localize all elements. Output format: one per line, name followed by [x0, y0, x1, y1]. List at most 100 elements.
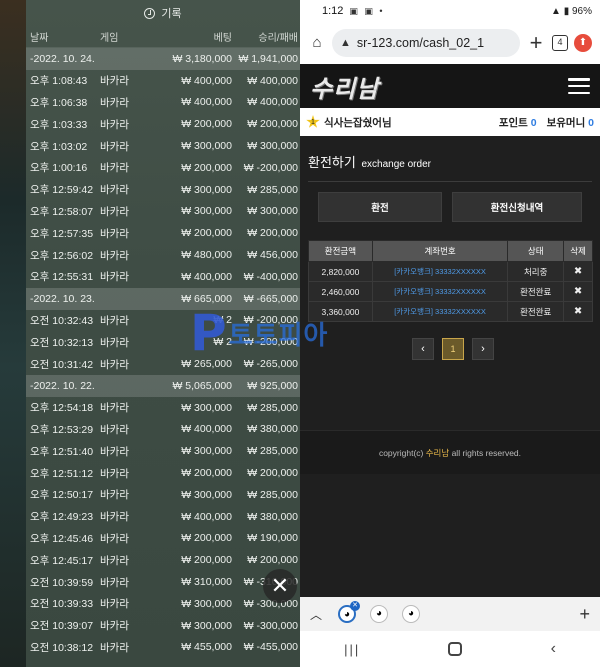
- history-cell-result: ₩ -265,000: [243, 358, 298, 371]
- history-cell-bet: ₩ 2: [213, 336, 232, 349]
- site-logo[interactable]: 수리남: [310, 69, 379, 104]
- history-cell-time: 오후 12:58:07: [30, 205, 94, 218]
- new-tab-button[interactable]: +: [526, 30, 546, 56]
- history-cell-game: 바카라: [100, 532, 129, 545]
- history-cell-time: 오후 1:03:02: [30, 140, 88, 153]
- site-footer: copyright(c) 수리남 all rights reserved.: [300, 430, 600, 474]
- notification-icons: ▣ ▣ •: [349, 5, 385, 16]
- close-icon: ✕: [270, 573, 290, 598]
- tab-thumbnail-active[interactable]: ◕ ✕: [338, 601, 360, 623]
- history-cell-bet: ₩ 400,000: [181, 510, 232, 523]
- prev-page-button[interactable]: ‹: [412, 338, 434, 360]
- money-label: 보유머니: [546, 116, 586, 129]
- close-button[interactable]: ✕: [263, 569, 297, 603]
- history-cell-game: 바카라: [100, 598, 129, 611]
- page-title: 환전하기 exchange order: [308, 152, 592, 182]
- exchange-cell-status: 처리중: [507, 261, 565, 282]
- history-row: 오후 12:45:46 바카라 ₩ 200,000 ₩ 190,000: [26, 528, 300, 550]
- history-row: 오후 12:59:42 바카라 ₩ 300,000 ₩ 285,000: [26, 179, 300, 201]
- history-cell-bet: ₩ 300,000: [181, 445, 232, 458]
- delete-button[interactable]: ✖: [563, 301, 593, 322]
- game-history-panel: 기록 날짜 게임 베팅 승리/패배 -2022. 10. 24. ₩ 3,180,…: [0, 0, 300, 667]
- footer-suffix: all rights reserved.: [451, 448, 522, 458]
- page-title-text: 환전하기: [308, 155, 356, 170]
- close-tab-icon[interactable]: ✕: [350, 601, 360, 611]
- col-game: 게임: [100, 33, 119, 44]
- exchange-tabs: 환전 환전신청내역: [308, 192, 592, 222]
- delete-button[interactable]: ✖: [563, 261, 593, 282]
- exchange-table: 환전금액 계좌번호 상태 삭제 2,820,000 [카카오뱅크] 33332XX…: [308, 240, 593, 322]
- tab-thumbnail[interactable]: ◕: [402, 605, 420, 623]
- history-cell-bet: ₩ 300,000: [181, 183, 232, 196]
- history-cell-game: 바카라: [100, 489, 129, 502]
- history-cell-time: 오전 10:39:59: [30, 576, 94, 589]
- tab-thumbnail[interactable]: ◕: [370, 605, 388, 623]
- history-cell-game: 바카라: [100, 554, 129, 567]
- history-header: 기록: [26, 0, 300, 26]
- history-cell-bet: ₩ 200,000: [181, 118, 232, 131]
- history-cell-game: 바카라: [100, 184, 129, 197]
- col-date: 날짜: [30, 33, 49, 44]
- tab-count-button[interactable]: 4: [552, 35, 568, 51]
- history-cell-game: 바카라: [100, 641, 129, 654]
- history-cell-result: ₩ -300,000: [243, 619, 298, 632]
- history-cell-result: ₩ 1,941,000: [238, 52, 298, 65]
- history-cell-game: 바카라: [100, 336, 129, 349]
- history-cell-time: 오전 10:32:13: [30, 336, 94, 349]
- site-header: 수리남: [300, 64, 600, 108]
- status-time: 1:12: [322, 5, 344, 17]
- history-cell-time: 오후 12:50:17: [30, 489, 94, 502]
- delete-button[interactable]: ✖: [563, 281, 593, 302]
- history-date-row: -2022. 10. 24. ₩ 3,180,000 ₩ 1,941,000: [26, 48, 300, 70]
- history-cell-bet: ₩ 300,000: [181, 597, 232, 610]
- user-name: 식사는잡쉈어님: [324, 116, 392, 129]
- history-cell-result: ₩ 200,000: [247, 467, 298, 480]
- history-log: 기록 날짜 게임 베팅 승리/패배 -2022. 10. 24. ₩ 3,180,…: [26, 0, 300, 667]
- history-row: 오후 1:03:33 바카라 ₩ 200,000 ₩ 200,000: [26, 113, 300, 135]
- tab-exchange-history[interactable]: 환전신청내역: [452, 192, 582, 222]
- history-cell-bet: ₩ 3,180,000: [172, 52, 232, 65]
- back-icon[interactable]: ‹: [551, 640, 556, 658]
- address-bar[interactable]: ▲ sr-123.com/cash_02_1: [332, 29, 520, 57]
- hamburger-menu-icon[interactable]: [568, 78, 590, 94]
- tab-exchange[interactable]: 환전: [318, 192, 442, 222]
- chevron-up-icon[interactable]: ︿: [310, 606, 324, 623]
- history-row: 오후 12:51:40 바카라 ₩ 300,000 ₩ 285,000: [26, 440, 300, 462]
- history-cell-bet: ₩ 5,065,000: [172, 379, 232, 392]
- history-cell-result: ₩ -400,000: [243, 270, 298, 283]
- add-tab-icon[interactable]: +: [579, 604, 590, 625]
- history-cell-time: 오전 10:38:12: [30, 641, 94, 654]
- current-page-button[interactable]: 1: [442, 338, 464, 360]
- history-cell-result: ₩ 456,000: [247, 249, 298, 262]
- history-cell-game: 바카라: [100, 511, 129, 524]
- history-row: 오전 10:31:42 바카라 ₩ 265,000 ₩ -265,000: [26, 353, 300, 375]
- history-cell-bet: ₩ 200,000: [181, 467, 232, 480]
- history-cell-time: 오후 12:45:46: [30, 532, 94, 545]
- next-page-button[interactable]: ›: [472, 338, 494, 360]
- history-cell-date: -2022. 10. 24.: [30, 52, 95, 65]
- history-cell-game: 바카라: [100, 358, 129, 371]
- history-cell-result: ₩ 190,000: [247, 532, 298, 545]
- history-row: 오전 10:39:59바카라₩ 310,000₩ -310,000: [26, 571, 300, 593]
- th-delete: 삭제: [563, 240, 593, 262]
- browser-menu-icon[interactable]: ⬆: [574, 34, 592, 52]
- th-status: 상태: [507, 240, 565, 262]
- home-nav-icon[interactable]: [448, 642, 463, 656]
- history-cell-result: ₩ 400,000: [247, 74, 298, 87]
- balance-info: 포인트 0 보유머니 0: [499, 115, 594, 130]
- history-cell-result: ₩ 300,000: [247, 140, 298, 153]
- android-nav-bar: ||| ‹: [300, 631, 600, 667]
- recent-apps-icon[interactable]: |||: [344, 642, 360, 657]
- browser-window: 1:12 ▣ ▣ • ▲ ▮ 96% ⌂ ▲ sr-123.com/cash_0…: [300, 0, 600, 667]
- history-cell-bet: ₩ 265,000: [181, 358, 232, 371]
- home-icon[interactable]: ⌂: [308, 34, 326, 52]
- page-blank-area: [300, 474, 600, 597]
- history-cell-bet: ₩ 300,000: [181, 140, 232, 153]
- history-date-row: -2022. 10. 22. ₩ 5,065,000 ₩ 925,000: [26, 374, 300, 397]
- history-cell-game: 바카라: [100, 402, 129, 415]
- history-rows[interactable]: -2022. 10. 24. ₩ 3,180,000 ₩ 1,941,000 오후 1…: [26, 48, 300, 658]
- th-amount: 환전금액: [308, 240, 373, 262]
- exchange-cell-status: 환전완료: [507, 281, 565, 302]
- history-row: 오전 10:32:43 바카라 ₩ 2 ₩ -200,000: [26, 310, 300, 332]
- history-cell-bet: ₩ 300,000: [181, 619, 232, 632]
